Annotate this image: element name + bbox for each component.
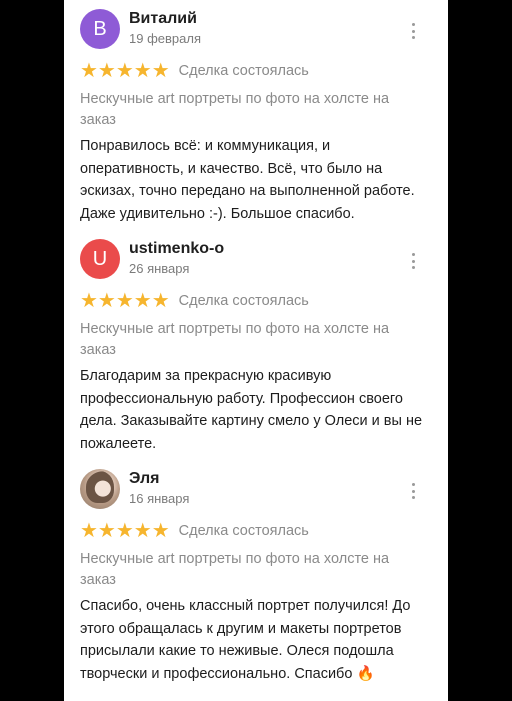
review-date: 16 января [129, 491, 190, 506]
more-options-icon[interactable] [410, 23, 416, 39]
reviews-panel: В Виталий 19 февраля ★★★★★ Сделка состоя… [64, 0, 448, 701]
rating-row: ★★★★★ Сделка состоялась [80, 290, 309, 312]
review-card: Эля 16 января ★★★★★ Сделка состоялась Не… [80, 469, 432, 701]
more-options-icon[interactable] [410, 483, 416, 499]
rating-row: ★★★★★ Сделка состоялась [80, 60, 309, 82]
review-date: 19 февраля [129, 31, 201, 46]
star-rating: ★★★★★ [80, 521, 170, 541]
review-card: В Виталий 19 февраля ★★★★★ Сделка состоя… [80, 9, 432, 222]
star-icon: ★★★★★ [80, 290, 170, 312]
product-link[interactable]: Нескучные art портреты по фото на холсте… [80, 549, 420, 591]
review-date: 26 января [129, 261, 190, 276]
reviewer-name[interactable]: ustimenko-o [129, 239, 224, 259]
star-icon: ★★★★★ [80, 520, 170, 542]
review-text: Благодарим за прекрасную красивую профес… [80, 368, 423, 452]
rating-row: ★★★★★ Сделка состоялась [80, 520, 309, 542]
review-card: U ustimenko-o 26 января ★★★★★ Сделка сос… [80, 239, 432, 452]
deal-status: Сделка состоялась [178, 293, 309, 309]
avatar[interactable]: В [80, 9, 120, 49]
more-options-icon[interactable] [410, 253, 416, 269]
deal-status: Сделка состоялась [178, 63, 309, 79]
avatar-photo [86, 471, 114, 503]
avatar[interactable]: U [80, 239, 120, 279]
star-rating: ★★★★★ [80, 61, 170, 81]
deal-status: Сделка состоялась [178, 523, 309, 539]
avatar[interactable] [80, 469, 120, 509]
review-text: Понравилось всё: и коммуникация, и опера… [80, 138, 415, 222]
review-text: Спасибо, очень классный портрет получилс… [80, 598, 411, 682]
product-link[interactable]: Нескучные art портреты по фото на холсте… [80, 89, 420, 131]
star-rating: ★★★★★ [80, 291, 170, 311]
reviewer-name[interactable]: Эля [129, 469, 159, 489]
reviewer-name[interactable]: Виталий [129, 9, 197, 29]
star-icon: ★★★★★ [80, 60, 170, 82]
product-link[interactable]: Нескучные art портреты по фото на холсте… [80, 319, 420, 361]
